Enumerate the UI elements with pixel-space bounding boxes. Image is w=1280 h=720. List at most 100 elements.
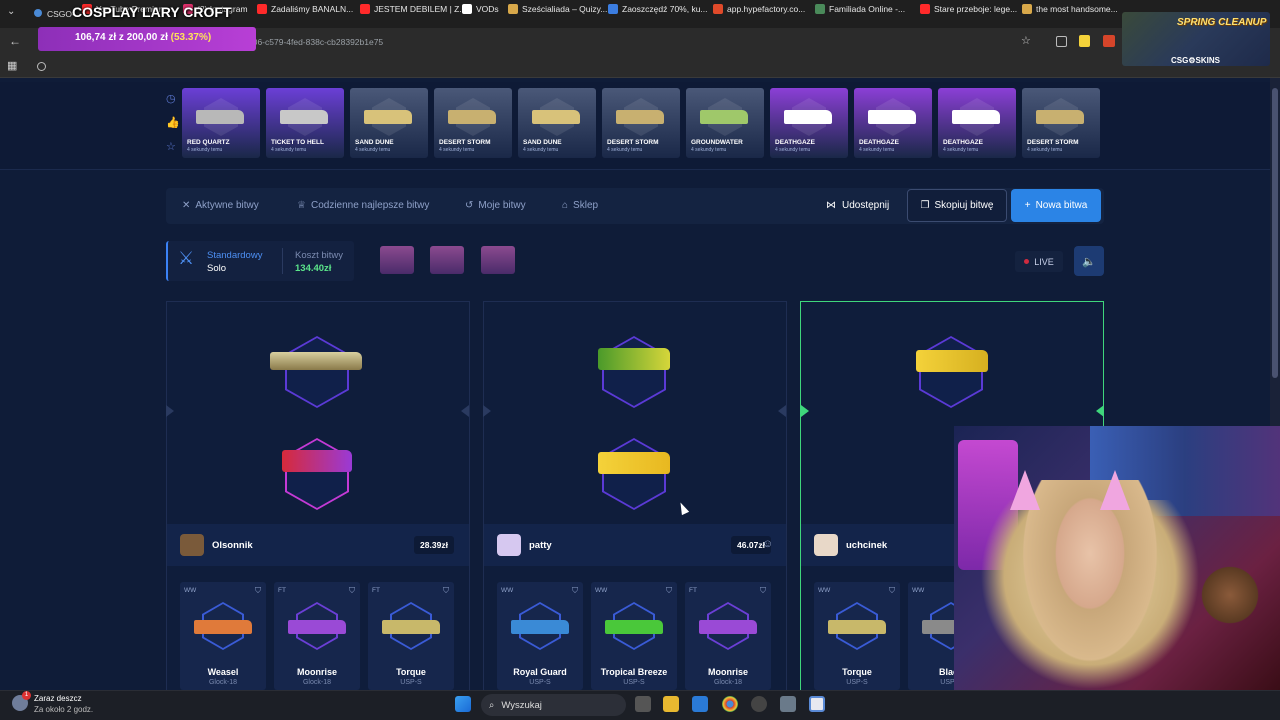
webcam-plush-toy	[1200, 560, 1260, 630]
won-item-card[interactable]: WW ⛉ Torque USP-S	[814, 582, 900, 690]
battle-cost-label: Koszt bitwy	[295, 250, 344, 261]
avatar[interactable]	[180, 534, 204, 556]
bookmark-item[interactable]: VODs	[462, 4, 499, 14]
case-icon[interactable]	[430, 246, 464, 274]
drop-weapon-image	[616, 110, 664, 124]
shield-icon: ⛉	[760, 586, 766, 595]
player-total-value: 28.39zł	[414, 536, 454, 554]
item-condition: FT	[372, 587, 380, 594]
drop-item[interactable]: DESERT STORM 4 sekundy temu	[602, 88, 680, 158]
drop-item[interactable]: GROUNDWATER 4 sekundy temu	[686, 88, 764, 158]
task-view-icon[interactable]	[635, 696, 651, 712]
won-item-card[interactable]: WW ⛉ Weasel Glock-18	[180, 582, 266, 690]
player-name[interactable]: Olsonnik	[212, 540, 253, 551]
item-skin-name: Weasel	[207, 667, 239, 677]
extension-icon[interactable]	[1056, 36, 1067, 47]
bookmark-label: Zadaliśmy BANALN...	[271, 4, 354, 14]
drop-item[interactable]: DESERT STORM 4 sekundy temu	[1022, 88, 1100, 158]
apps-grid-icon[interactable]: ▦	[7, 59, 17, 72]
won-item-card[interactable]: WW ⛉ Royal Guard USP-S	[497, 582, 583, 690]
tab-title[interactable]: CSGO-	[47, 9, 75, 19]
obs-icon[interactable]	[751, 696, 767, 712]
drop-item[interactable]: RED QUARTZ 4 sekundy temu	[182, 88, 260, 158]
drop-time: 4 sekundy temu	[523, 147, 559, 153]
overlay-title: SPRING CLEANUP	[1177, 17, 1267, 28]
bookmark-globe-icon[interactable]	[37, 62, 46, 71]
player-name[interactable]: uchcinek	[846, 540, 887, 551]
bookmark-label: the most handsome...	[1036, 4, 1118, 14]
clock-icon[interactable]: ◷	[166, 92, 176, 105]
share-button[interactable]: ⋈ Udostępnij	[826, 200, 889, 211]
case-icon[interactable]	[380, 246, 414, 274]
player-name[interactable]: patty	[529, 540, 552, 551]
drop-name: TICKET TO HELL	[271, 139, 324, 146]
nav-active-battles[interactable]: ✕ Aktywne bitwy	[182, 200, 259, 211]
item-condition: FT	[689, 587, 697, 594]
bookmark-item[interactable]: app.hypefactory.co...	[713, 4, 805, 14]
live-label: LIVE	[1034, 256, 1054, 267]
nav-shop[interactable]: ⌂ Sklep	[562, 200, 598, 211]
bookmark-item[interactable]: JESTEM DEBILEM | Z...	[360, 4, 466, 14]
nav-my-battles[interactable]: ↺ Moje bitwy	[465, 200, 526, 211]
case-icon[interactable]	[481, 246, 515, 274]
weather-title[interactable]: Zaraz deszcz	[34, 694, 82, 703]
drop-name: GROUNDWATER	[691, 139, 743, 146]
app-icon[interactable]	[809, 696, 825, 712]
copy-battle-button[interactable]: ❐ Skopiuj bitwę	[907, 189, 1007, 222]
bookmark-item[interactable]: Familiada Online -...	[815, 4, 905, 14]
bookmark-item[interactable]: Zaoszczędź 70%, ku...	[608, 4, 708, 14]
bookmark-favicon-icon	[815, 4, 825, 14]
drop-item[interactable]: SAND DUNE 4 sekundy temu	[350, 88, 428, 158]
item-weapon-name: Glock-18	[208, 679, 237, 686]
drop-name: DEATHGAZE	[943, 139, 983, 146]
item-condition: WW	[184, 587, 197, 594]
windows-start-icon[interactable]	[455, 696, 471, 712]
drop-weapon-image	[280, 110, 328, 124]
avatar[interactable]	[497, 534, 521, 556]
thumbs-up-icon[interactable]: 👍	[166, 116, 180, 129]
sound-toggle-button[interactable]: 🔈	[1074, 246, 1104, 276]
bookmark-favicon-icon	[713, 4, 723, 14]
nav-daily-battles[interactable]: ♕ Codzienne najlepsze bitwy	[297, 200, 429, 211]
scrollbar-thumb[interactable]	[1272, 88, 1278, 378]
shield-icon: ⛉	[666, 586, 672, 595]
drop-item[interactable]: SAND DUNE 4 sekundy temu	[518, 88, 596, 158]
drop-item[interactable]: DEATHGAZE 4 sekundy temu	[854, 88, 932, 158]
taskbar-search[interactable]: ⌕ Wyszukaj	[481, 694, 626, 716]
drop-name: SAND DUNE	[523, 139, 562, 146]
bookmark-favicon-icon	[360, 4, 370, 14]
live-indicator[interactable]: LIVE	[1015, 251, 1063, 272]
star-icon[interactable]: ☆	[166, 140, 176, 153]
chrome-icon[interactable]	[722, 696, 738, 712]
item-condition: FT	[278, 587, 286, 594]
overlay-brand: CSG⚙SKINS	[1171, 56, 1220, 65]
item-condition: WW	[595, 587, 608, 594]
tab-list-chevron-icon[interactable]: ⌄	[7, 6, 15, 17]
item-weapon-image	[699, 620, 757, 634]
back-arrow-icon[interactable]: ←	[9, 34, 21, 48]
bookmark-item[interactable]: Stare przeboje: lege...	[920, 4, 1017, 14]
bookmark-item[interactable]: Sześcialiada – Quizy...	[508, 4, 607, 14]
won-item-card[interactable]: FT ⛉ Moonrise Glock-18	[274, 582, 360, 690]
avatar[interactable]	[814, 534, 838, 556]
settings-icon[interactable]	[780, 696, 796, 712]
file-explorer-icon[interactable]	[663, 696, 679, 712]
drop-item[interactable]: DEATHGAZE 4 sekundy temu	[770, 88, 848, 158]
extension-red-icon[interactable]	[1103, 35, 1115, 47]
new-battle-button[interactable]: + Nowa bitwa	[1011, 189, 1101, 222]
drop-item[interactable]: DESERT STORM 4 sekundy temu	[434, 88, 512, 158]
shield-icon: ⛉	[349, 586, 355, 595]
bookmark-star-icon[interactable]: ☆	[1021, 34, 1031, 47]
emoji-icon[interactable]: ☺	[762, 538, 773, 550]
won-item-card[interactable]: FT ⛉ Moonrise Glock-18	[685, 582, 771, 690]
extension-yellow-icon[interactable]	[1079, 35, 1090, 47]
drop-item[interactable]: TICKET TO HELL 4 sekundy temu	[266, 88, 344, 158]
bookmark-item[interactable]: the most handsome...	[1022, 4, 1118, 14]
bookmark-item[interactable]: Zadaliśmy BANALN...	[257, 4, 353, 14]
drop-item[interactable]: DEATHGAZE 4 sekundy temu	[938, 88, 1016, 158]
won-item-card[interactable]: WW ⛉ Tropical Breeze USP-S	[591, 582, 677, 690]
won-item-card[interactable]: FT ⛉ Torque USP-S	[368, 582, 454, 690]
item-skin-name: Tropical Breeze	[600, 667, 668, 677]
item-weapon-image	[288, 620, 346, 634]
store-icon[interactable]	[692, 696, 708, 712]
